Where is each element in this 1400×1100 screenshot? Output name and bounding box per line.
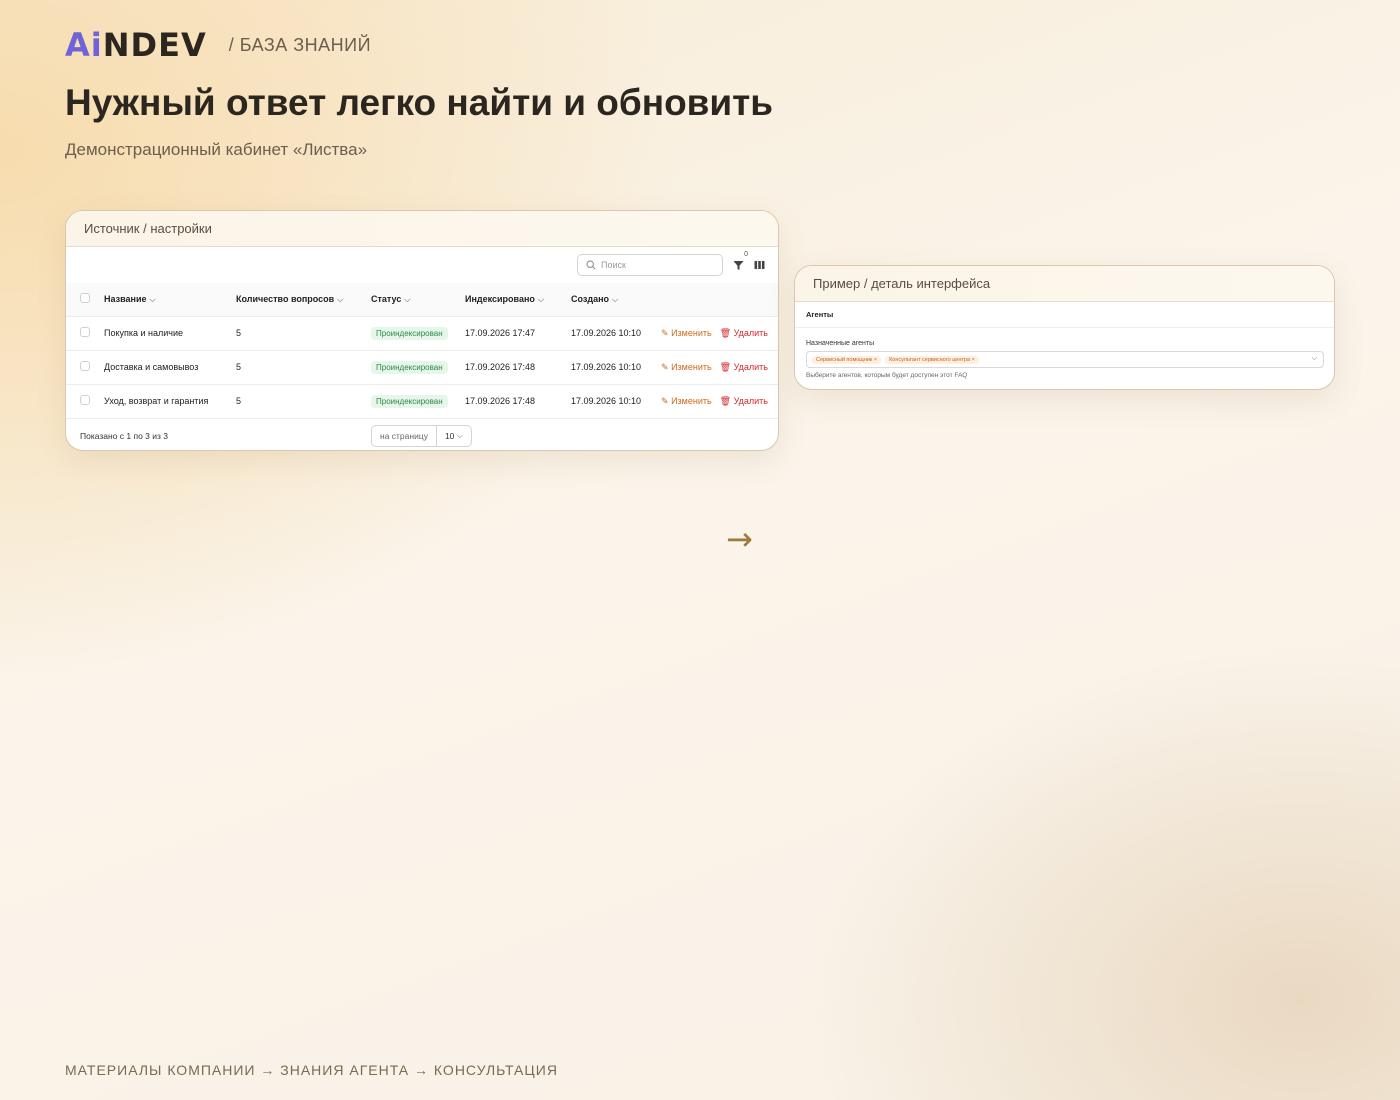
page-title: Нужный ответ легко найти и обновить (65, 82, 774, 123)
table-header-row: Название ⌵ Количество вопросов ⌵ Статус ⌵ И… (66, 283, 778, 316)
shown-count: Показано с 1 по 3 из 3 (80, 430, 168, 441)
edit-label: Изменить (671, 395, 712, 406)
agents-hint: Выберите агентов, которым будет доступен… (806, 372, 968, 379)
filter-count-badge: 0 (744, 250, 748, 258)
row-indexed: 17.09.2026 17:48 (465, 362, 536, 372)
row-count: 5 (236, 328, 242, 338)
row-name[interactable]: Доставка и самовывоз (104, 350, 236, 384)
row-indexed: 17.09.2026 17:48 (465, 396, 536, 407)
delete-label: Удалить (733, 327, 768, 338)
table-toolbar: Поиск 0 (66, 247, 778, 283)
row-count: 5 (236, 362, 242, 372)
aindev-logo[interactable]: AiNDEV (65, 29, 207, 61)
row-created: 17.09.2026 10:10 (571, 362, 642, 372)
delete-label: Удалить (733, 361, 768, 372)
chevron-down-icon: ⌵ (456, 431, 463, 440)
row-name[interactable]: Уход, возврат и гарантия (104, 384, 236, 418)
sort-icon: ⌵ (537, 294, 544, 304)
sort-icon: ⌵ (404, 294, 411, 304)
column-name[interactable]: Название ⌵ (104, 283, 236, 316)
flow-caption: МАТЕРИАЛЫ КОМПАНИИ → ЗНАНИЯ АГЕНТА → КОН… (65, 1062, 558, 1078)
table-row[interactable]: Покупка и наличие 5 Проиндексирован 17.0… (66, 316, 778, 350)
row-created: 17.09.2026 10:10 (571, 396, 642, 407)
columns-button[interactable] (754, 260, 765, 270)
chevron-down-icon[interactable]: ⌵ (1312, 355, 1317, 363)
per-page-select[interactable]: на страницу 10 ⌵ (371, 425, 472, 447)
agents-multiselect[interactable]: Сервисный помощник × Консультант сервисн… (806, 351, 1324, 368)
agent-chip[interactable]: Консультант сервисного центра × (885, 355, 979, 364)
detail-card-header: Пример / деталь интерфейса (795, 266, 1334, 302)
table-row[interactable]: Уход, возврат и гарантия 5 Проиндексиров… (66, 384, 778, 418)
source-card: Источник / настройки Поиск 0 Название ⌵ К… (65, 210, 779, 451)
delete-button[interactable]: 🗑 Удалить (720, 362, 768, 372)
delete-label: Удалить (733, 395, 768, 406)
agents-field-label: Назначенные агенты (806, 340, 875, 347)
edit-label: Изменить (671, 327, 712, 338)
sort-icon: ⌵ (337, 294, 344, 304)
arrow-right-icon: → (726, 520, 753, 558)
sort-icon: ⌵ (149, 294, 156, 304)
sort-icon: ⌵ (612, 294, 619, 304)
table-footer: Показано с 1 по 3 из 3 на страницу 10 ⌵ (66, 418, 778, 450)
trash-icon: 🗑 (719, 395, 732, 406)
column-status-label: Статус (371, 293, 402, 304)
agent-chip-label: Сервисный помощник (816, 356, 873, 363)
row-checkbox[interactable] (80, 361, 90, 371)
delete-button[interactable]: 🗑 Удалить (720, 396, 768, 406)
edit-button[interactable]: ✎ Изменить (661, 328, 712, 338)
close-icon[interactable]: × (874, 357, 877, 363)
logo-text: AiNDEV (65, 29, 207, 61)
agent-chip[interactable]: Сервисный помощник × (812, 355, 882, 364)
sources-table: Название ⌵ Количество вопросов ⌵ Статус ⌵ И… (66, 283, 778, 418)
edit-button[interactable]: ✎ Изменить (661, 396, 712, 406)
edit-icon: ✎ (661, 361, 669, 372)
edit-button[interactable]: ✎ Изменить (661, 362, 712, 372)
header: AiNDEV / БАЗА ЗНАНИЙ (65, 29, 372, 61)
logo-rest: NDEV (102, 26, 207, 64)
column-indexed-label: Индексировано (465, 293, 535, 304)
search-icon (586, 260, 596, 270)
status-badge: Проиндексирован (371, 361, 448, 374)
trash-icon: 🗑 (719, 327, 732, 338)
column-indexed[interactable]: Индексировано ⌵ (465, 283, 571, 316)
search-input[interactable]: Поиск (577, 254, 723, 276)
per-page-value-wrap: 10 ⌵ (437, 431, 471, 441)
logo-ai: Ai (65, 26, 103, 64)
status-badge: Проиндексирован (371, 395, 448, 409)
delete-button[interactable]: 🗑 Удалить (720, 328, 768, 338)
trash-icon: 🗑 (719, 361, 732, 372)
close-icon[interactable]: × (972, 357, 975, 363)
row-checkbox[interactable] (80, 395, 90, 406)
columns-icon (754, 261, 765, 269)
filter-icon (733, 260, 744, 270)
agents-field: Назначенные агенты Сервисный помощник × … (795, 328, 1334, 379)
detail-card: Пример / деталь интерфейса Агенты Назнач… (794, 265, 1335, 390)
agents-section-title: Агенты (795, 302, 1334, 328)
source-card-header: Источник / настройки (66, 211, 778, 247)
select-all-checkbox[interactable] (80, 293, 90, 304)
per-page-label: на страницу (372, 426, 437, 446)
row-checkbox[interactable] (80, 327, 90, 337)
row-indexed: 17.09.2026 17:47 (465, 328, 536, 338)
search-placeholder: Поиск (601, 260, 626, 270)
edit-icon: ✎ (661, 395, 669, 406)
column-created[interactable]: Создано ⌵ (571, 283, 661, 316)
row-count: 5 (236, 396, 242, 407)
column-count-label: Количество вопросов (236, 293, 335, 304)
row-name[interactable]: Покупка и наличие (104, 316, 236, 350)
column-name-label: Название (104, 293, 147, 304)
column-created-label: Создано (571, 293, 610, 304)
status-badge: Проиндексирован (371, 327, 448, 340)
column-status[interactable]: Статус ⌵ (371, 283, 465, 316)
filter-button[interactable]: 0 (733, 251, 748, 271)
page-subtitle: Демонстрационный кабинет «Листва» (65, 140, 368, 159)
edit-label: Изменить (671, 361, 712, 372)
agent-chip-label: Консультант сервисного центра (889, 356, 971, 363)
edit-icon: ✎ (661, 327, 669, 338)
table-row[interactable]: Доставка и самовывоз 5 Проиндексирован 1… (66, 350, 778, 384)
per-page-value: 10 (444, 431, 455, 441)
row-created: 17.09.2026 10:10 (571, 328, 642, 338)
column-count[interactable]: Количество вопросов ⌵ (236, 283, 371, 316)
section-label: / БАЗА ЗНАНИЙ (228, 34, 372, 55)
